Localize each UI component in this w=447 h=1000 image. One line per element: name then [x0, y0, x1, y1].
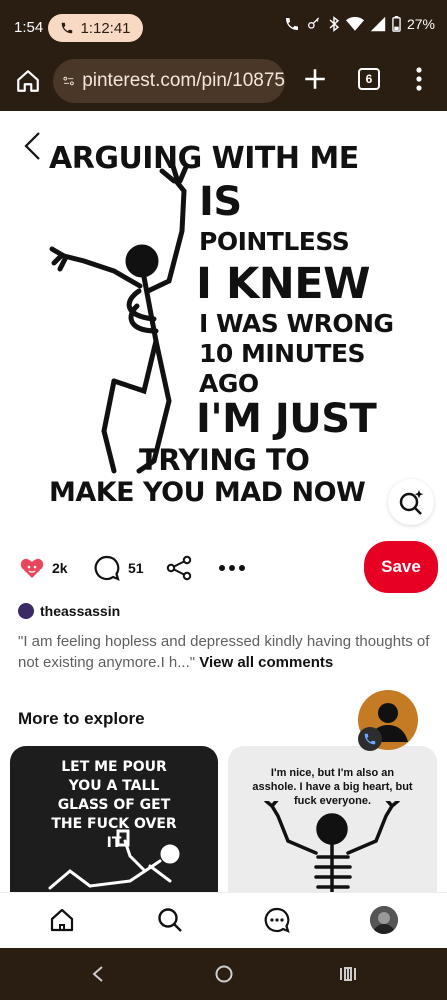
share-icon[interactable]	[166, 555, 192, 581]
signal-icon	[370, 16, 386, 32]
pin-text-line-4: I KNEW	[196, 259, 371, 309]
pin-text-line-1: ARGUING WITH ME	[49, 141, 359, 176]
pin-text-line-2: IS	[199, 179, 242, 225]
search-icon[interactable]	[156, 906, 184, 934]
pin-text-line-3: POINTLESS	[199, 227, 350, 256]
system-back-icon[interactable]	[91, 965, 105, 983]
battery-level: 27%	[406, 16, 435, 32]
url-text: pinterest.com/pin/10875	[82, 70, 285, 91]
app-bottom-nav	[0, 892, 447, 948]
site-settings-icon[interactable]	[63, 72, 74, 90]
like-count: 2k	[52, 560, 68, 576]
creator-avatar[interactable]	[18, 603, 34, 619]
floating-call-badge[interactable]	[358, 727, 382, 751]
profile-photo	[370, 906, 398, 934]
top-comment[interactable]: "I am feeling hopless and depressed kind…	[18, 631, 430, 673]
status-icons: 27%	[284, 16, 435, 32]
system-home-icon[interactable]	[214, 964, 234, 984]
pin-actions: 2k 51 Save	[0, 541, 447, 596]
lens-search-icon	[399, 490, 424, 515]
home-icon[interactable]	[48, 906, 76, 934]
skeleton-arms-up-illustration	[264, 801, 400, 896]
heart-face-icon	[20, 558, 44, 578]
pin-text-line-9: TRYING TO	[139, 443, 310, 477]
battery-icon	[392, 16, 401, 32]
pin-text-line-7: AGO	[199, 369, 259, 398]
like-reaction[interactable]: 2k	[20, 557, 68, 579]
save-button[interactable]: Save	[364, 541, 438, 593]
more-to-explore-heading: More to explore	[18, 709, 145, 728]
new-tab-icon[interactable]	[302, 66, 328, 92]
tab-switcher-button[interactable]: 6	[358, 68, 380, 90]
explore-card[interactable]: I'm nice, but I'm also an asshole. I hav…	[228, 746, 437, 896]
creator-row[interactable]: theassassin	[18, 603, 120, 619]
comment-count: 51	[128, 560, 144, 576]
back-arrow-icon[interactable]	[22, 131, 44, 161]
pin-text-line-10: MAKE YOU MAD NOW	[49, 477, 366, 508]
status-time: 1:54	[14, 19, 44, 36]
address-bar[interactable]: pinterest.com/pin/10875	[53, 59, 285, 103]
pin-closeup: ARGUING WITH ME IS POINTLESS I KNEW I WA…	[0, 111, 447, 541]
status-bar: 1:54 1:12:41 27%	[0, 0, 447, 56]
call-timer: 1:12:41	[80, 19, 131, 37]
creator-name[interactable]: theassassin	[40, 603, 120, 619]
view-all-comments-link[interactable]: View all comments	[199, 654, 333, 671]
profile-avatar[interactable]	[370, 906, 398, 934]
home-icon[interactable]	[15, 68, 41, 94]
ongoing-call-pill[interactable]: 1:12:41	[48, 14, 143, 42]
key-icon	[307, 17, 320, 29]
system-navigation-bar	[0, 948, 447, 1000]
comments-button[interactable]: 51	[94, 555, 144, 581]
pin-image[interactable]: ARGUING WITH ME IS POINTLESS I KNEW I WA…	[44, 141, 399, 536]
phone-icon	[364, 733, 376, 745]
system-recents-icon[interactable]	[338, 965, 358, 983]
comment-bubble-icon	[94, 555, 120, 581]
bluetooth-icon	[329, 16, 340, 32]
visual-search-button[interactable]	[388, 479, 434, 525]
more-vert-icon[interactable]	[414, 66, 424, 92]
phone-icon	[62, 22, 73, 34]
explore-card[interactable]: LET ME POUR YOU A TALL GLASS OF GET THE …	[10, 746, 218, 896]
browser-toolbar: pinterest.com/pin/10875 6	[0, 56, 447, 111]
pin-text-line-8: I'M JUST	[196, 396, 377, 442]
messages-icon[interactable]	[263, 906, 291, 934]
pin-text-line-6: 10 MINUTES	[199, 339, 366, 368]
more-horiz-icon[interactable]	[218, 564, 246, 572]
wifi-icon	[345, 16, 364, 31]
reclining-skeleton-illustration	[48, 829, 180, 890]
wifi-call-icon	[285, 18, 298, 30]
pin-text-line-5: I WAS WRONG	[199, 309, 394, 338]
